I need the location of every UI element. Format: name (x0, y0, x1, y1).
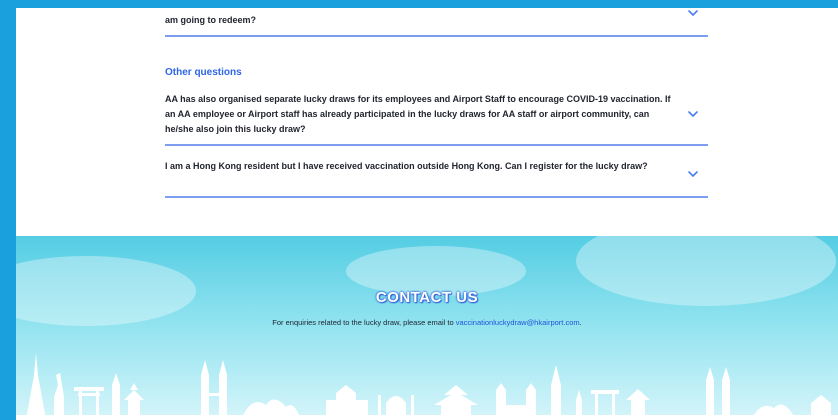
contact-email-link[interactable]: vaccinationluckydraw@hkairport.com (456, 318, 580, 327)
contact-message: For enquiries related to the lucky draw,… (272, 318, 456, 327)
faq-item[interactable]: am going to redeem? (165, 8, 708, 37)
chevron-down-icon[interactable] (687, 8, 699, 19)
faq-list-top: am going to redeem? (165, 8, 708, 37)
window-frame-left (0, 0, 16, 420)
contact-section: CONTACT US For enquiries related to the … (16, 236, 838, 420)
chevron-down-icon[interactable] (687, 108, 699, 120)
contact-title: CONTACT US (375, 289, 479, 306)
faq-question: am going to redeem? (165, 15, 257, 25)
section-heading-other-questions: Other questions (165, 67, 242, 78)
landmark-skyline-illustration (16, 353, 838, 420)
faq-question: AA has also organised separate lucky dra… (165, 94, 671, 134)
faq-list-other: AA has also organised separate lucky dra… (165, 88, 708, 198)
faq-question: I am a Hong Kong resident but I have rec… (165, 161, 648, 171)
page-content: am going to redeem? Other questions AA h… (16, 8, 838, 420)
contact-trailing: . (579, 318, 582, 327)
window-frame-top (0, 0, 838, 8)
contact-text: For enquiries related to the lucky draw,… (16, 318, 838, 327)
chevron-down-icon[interactable] (687, 168, 699, 180)
faq-item[interactable]: AA has also organised separate lucky dra… (165, 88, 708, 146)
faq-item[interactable]: I am a Hong Kong resident but I have rec… (165, 146, 708, 198)
